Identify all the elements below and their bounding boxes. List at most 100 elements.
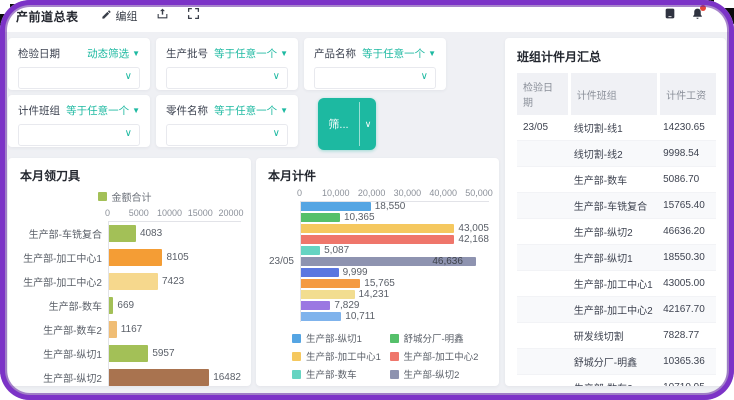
bar-zone: 10,711	[300, 311, 489, 322]
filter-label: 检验日期	[18, 46, 60, 61]
filter-value-select[interactable]: ∨	[166, 124, 288, 146]
table-cell	[517, 219, 568, 245]
filter-operator-dropdown[interactable]: 等于任意一个▼	[362, 46, 436, 61]
bar[interactable]	[109, 225, 136, 242]
filter-apply-label: 筛...	[318, 98, 359, 150]
bar[interactable]	[109, 369, 209, 386]
legend-item[interactable]: 生产部-加工中心1	[292, 349, 388, 363]
table-cell	[517, 193, 568, 219]
caret-down-icon: ▼	[280, 49, 288, 58]
filter-value-select[interactable]: ∨	[314, 67, 436, 89]
dashboard-window: 产前道总表 编组	[0, 0, 734, 400]
legend-label: 舒城分厂-明鑫	[404, 331, 464, 345]
table-cell: 18550.30	[657, 245, 716, 271]
table-cell: 10710.95	[657, 375, 716, 386]
bar-row: 生产部-车铣复合4083	[8, 221, 241, 245]
legend-item[interactable]: 生产部-数车	[292, 367, 388, 381]
fullscreen-button[interactable]	[187, 7, 200, 25]
table-cell: 线切割-线2	[568, 141, 657, 167]
legend-label: 生产部-纵切1	[306, 331, 362, 345]
legend-label: 生产部-加工中心2	[404, 349, 479, 363]
filter-value-select[interactable]: ∨	[166, 67, 288, 89]
filter-operator-dropdown[interactable]: 等于任意一个▼	[66, 103, 140, 118]
table-cell	[517, 297, 568, 323]
bar-category-label: 生产部-数车	[8, 298, 108, 313]
bar-value-label: 18,550	[375, 201, 406, 212]
legend-swatch	[98, 192, 107, 201]
bar-value-label: 1167	[121, 324, 143, 335]
edit-button[interactable]: 编组	[101, 8, 138, 24]
bar-value-label: 43,005	[458, 223, 489, 234]
bar-zone: 15,765	[300, 278, 489, 289]
bar[interactable]	[109, 345, 148, 362]
table-cell: 5086.70	[657, 167, 716, 193]
filter-card-part-name: 零件名称 等于任意一个▼ ∨	[156, 95, 298, 147]
top-toolbar: 产前道总表 编组	[0, 0, 734, 32]
bar[interactable]	[109, 321, 117, 338]
bar[interactable]	[301, 279, 360, 288]
legend-item[interactable]: 生产部-车铣复合	[390, 385, 486, 386]
tools-chart-legend[interactable]: 金额合计	[8, 189, 241, 204]
tools-chart-plot: 生产部-车铣复合4083生产部-加工中心18105生产部-加工中心27423生产…	[8, 221, 241, 386]
axis-tick-label: 0	[297, 188, 302, 198]
bar-value-label: 8105	[166, 252, 188, 263]
filter-apply-button[interactable]: 筛... ∨	[318, 98, 376, 150]
bar[interactable]	[109, 249, 162, 266]
device-view-button[interactable]	[663, 7, 677, 25]
bar-zone: 10,365	[300, 212, 489, 223]
legend-item[interactable]: 舒城分厂-明鑫	[390, 331, 486, 345]
filter-card-batch-number: 生产批号 等于任意一个▼ ∨	[156, 38, 298, 90]
filter-operator-dropdown[interactable]: 等于任意一个▼	[214, 46, 288, 61]
legend-item[interactable]: 线切割-线2	[292, 385, 388, 386]
filter-operator-dropdown[interactable]: 等于任意一个▼	[214, 103, 288, 118]
filter-operator-dropdown[interactable]: 动态筛选▼	[87, 46, 140, 61]
legend-swatch	[390, 352, 399, 361]
bar[interactable]	[301, 224, 454, 233]
filter-value-select[interactable]: ∨	[18, 67, 140, 89]
bar-zone: 5957	[108, 341, 241, 365]
legend-item[interactable]: 生产部-纵切2	[390, 367, 486, 381]
filter-apply-dropdown[interactable]: ∨	[360, 98, 376, 150]
bar[interactable]	[301, 246, 320, 255]
bar-zone: 4083	[108, 221, 241, 245]
bar-zone: 46,636	[300, 256, 489, 267]
export-button[interactable]	[156, 7, 169, 25]
table-cell: 7828.77	[657, 323, 716, 349]
bar-row: 10,365	[256, 212, 489, 223]
table-cell: 43005.00	[657, 271, 716, 297]
bar[interactable]	[301, 268, 339, 277]
table-header-row: 检验日期 计件班组 计件工资	[517, 73, 716, 115]
bar-value-label: 15,765	[364, 278, 395, 289]
bar[interactable]	[109, 297, 113, 314]
table-cell: 46636.20	[657, 219, 716, 245]
table-cell: 生产部-加工中心2	[568, 297, 657, 323]
table-row: 线切割-线29998.54	[517, 141, 716, 167]
legend-item[interactable]: 生产部-加工中心2	[390, 349, 486, 363]
table-row: 生产部-纵切246636.20	[517, 219, 716, 245]
table-row: 舒城分厂-明鑫10365.36	[517, 349, 716, 375]
bar[interactable]	[301, 290, 355, 299]
bar-row: 43,005	[256, 223, 489, 234]
axis-tick-label: 10,000	[322, 188, 350, 198]
legend-label: 生产部-纵切2	[404, 367, 460, 381]
bar[interactable]	[301, 235, 454, 244]
bar[interactable]	[109, 273, 158, 290]
bar-category-label: 生产部-数车2	[8, 322, 108, 337]
legend-item[interactable]: 生产部-纵切1	[292, 331, 388, 345]
table-cell: 42167.70	[657, 297, 716, 323]
filter-value-select[interactable]: ∨	[18, 124, 140, 146]
bar-value-label: 10,711	[345, 311, 375, 322]
bar[interactable]	[301, 213, 340, 222]
chevron-down-icon: ∨	[273, 71, 280, 82]
table-cell: 生产部-纵切1	[568, 245, 657, 271]
notification-button[interactable]	[691, 7, 704, 26]
filter-label: 生产批号	[166, 46, 208, 61]
filter-label: 零件名称	[166, 103, 208, 118]
bar-value-label: 42,168	[458, 234, 489, 245]
table-cell: 生产部-数车2	[568, 375, 657, 386]
bar[interactable]	[301, 202, 371, 211]
table-cell: 生产部-数车	[568, 167, 657, 193]
bar[interactable]	[301, 312, 341, 321]
bar-zone: 7423	[108, 269, 241, 293]
bar[interactable]	[301, 301, 330, 310]
